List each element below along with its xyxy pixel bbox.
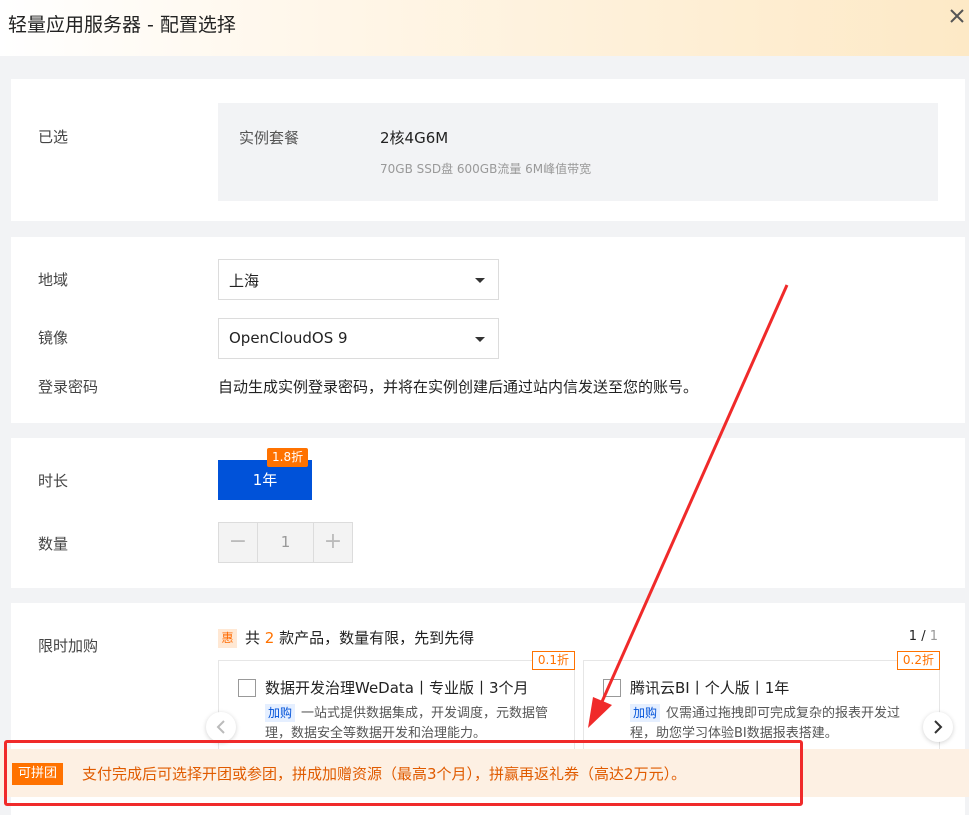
password-info: 自动生成实例登录密码，并将在实例创建后通过站内信发送至您的账号。 [218,378,699,396]
discount-badge: 1.8折 [267,448,309,467]
password-label: 登录密码 [38,378,99,396]
product-desc: 加购 一站式提供数据集成，开发调度，元数据管理，数据安全等数据开发和治理能力。 [265,704,561,744]
quantity-minus-button[interactable]: − [219,523,258,562]
duration-label: 时长 [38,472,69,490]
group-buy-badge: 可拼团 [12,763,64,785]
addon-tag: 加购 [265,704,296,722]
instance-package-label: 实例套餐 [239,129,300,147]
product-desc-text: 一站式提供数据集成，开发调度，元数据管理，数据安全等数据开发和治理能力。 [265,706,549,741]
discount-icon: 惠 [218,629,237,648]
chevron-left-icon [216,720,225,734]
region-label: 地域 [38,271,69,289]
chevron-down-icon [475,337,485,342]
config-section: 地域 上海 镜像 OpenCloudOS 9 登录密码 自动生成实例登录密码，并… [11,237,965,423]
selected-summary: 实例套餐 2核4G6M 70GB SSD盘 600GB流量 6M峰值带宽 [218,103,938,201]
close-icon[interactable] [947,6,967,26]
product-name: 腾讯云BI丨个人版丨1年 [630,679,790,697]
product-discount-badge: 0.1折 [531,651,575,670]
product-name: 数据开发治理WeData丨专业版丨3个月 [265,679,529,697]
addon-tag: 加购 [630,704,661,722]
chevron-down-icon [475,278,485,283]
purchase-section: 时长 1年 1.8折 数量 − 1 + [11,438,965,588]
image-select[interactable]: OpenCloudOS 9 [218,318,499,359]
group-buy-bar: 可拼团 支付完成后可选择开团或参团，拼成加赠资源（最高3个月），拼赢再返礼券（高… [0,749,969,797]
image-value: OpenCloudOS 9 [229,329,348,347]
promo-label: 限时加购 [38,637,99,655]
promo-head-suffix: 款产品，数量有限，先到先得 [279,629,475,647]
chevron-right-icon [934,720,943,734]
promo-head-prefix: 共 [245,629,261,647]
group-buy-text: 支付完成后可选择开团或参团，拼成加赠资源（最高3个月），拼赢再返礼券（高达2万元… [82,765,687,783]
instance-package-value: 2核4G6M [380,129,449,147]
image-label: 镜像 [38,329,69,347]
quantity-plus-button[interactable]: + [313,523,352,562]
promo-product-card[interactable]: 0.2折 腾讯云BI丨个人版丨1年 加购 仅需通过拖拽即可完成复杂的报表开发过程，… [583,651,940,755]
dialog-header: 轻量应用服务器 - 配置选择 [0,0,969,56]
quantity-label: 数量 [38,535,69,553]
region-select[interactable]: 上海 [218,259,499,300]
product-desc: 加购 仅需通过拖拽即可完成复杂的报表开发过程，助您学习体验BI数据报表搭建。 [630,704,926,744]
pager-separator: / [921,629,926,644]
product-checkbox[interactable] [238,679,256,697]
promo-count: 2 [264,629,275,647]
pager-current: 1 [908,629,918,644]
instance-package-desc: 70GB SSD盘 600GB流量 6M峰值带宽 [380,162,592,176]
selected-label: 已选 [38,128,69,146]
promo-product-card[interactable]: 0.1折 数据开发治理WeData丨专业版丨3个月 加购 一站式提供数据集成，开发… [218,651,575,755]
quantity-stepper: − 1 + [218,522,353,563]
dialog-title: 轻量应用服务器 - 配置选择 [8,14,236,36]
quantity-input[interactable]: 1 [258,523,313,562]
carousel-prev-button[interactable] [206,712,236,742]
product-desc-text: 仅需通过拖拽即可完成复杂的报表开发过程，助您学习体验BI数据报表搭建。 [630,706,901,741]
pager-total: 1 [929,629,938,644]
carousel-next-button[interactable] [923,712,953,742]
product-checkbox[interactable] [603,679,621,697]
region-value: 上海 [229,272,260,290]
promo-pager: 1 / 1 [909,629,938,644]
product-discount-badge: 0.2折 [896,651,940,670]
selected-section: 已选 实例套餐 2核4G6M 70GB SSD盘 600GB流量 6M峰值带宽 [11,79,965,221]
promo-headline: 惠共 2 款产品，数量有限，先到先得 [218,627,474,648]
